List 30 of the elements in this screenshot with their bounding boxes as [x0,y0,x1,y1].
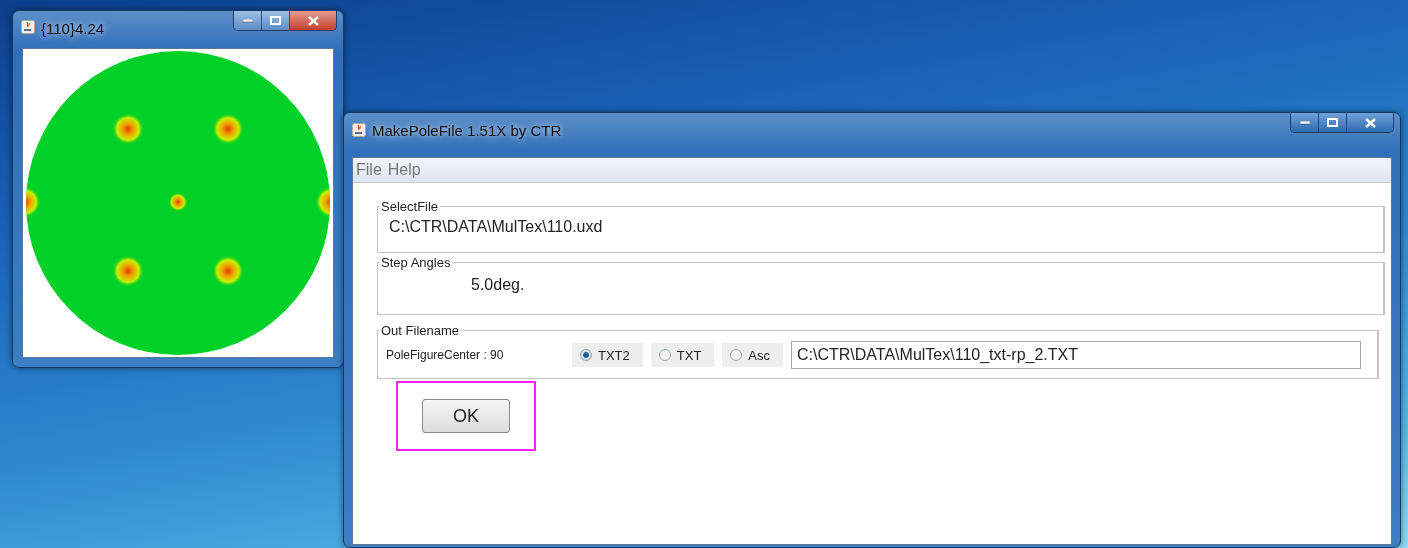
group-label: SelectFile [380,199,440,214]
step-angle-text: 5.0deg. [470,275,526,295]
close-icon [307,15,319,26]
ok-button[interactable]: OK [422,399,510,433]
maximize-button[interactable] [261,11,289,30]
window-title: {110}4.24 [41,20,105,37]
close-button[interactable] [289,11,336,30]
minimize-icon [242,18,253,23]
window-title: MakePoleFile 1.51X by CTR [372,121,562,139]
format-radio[interactable]: TXT2 [572,343,643,367]
close-button[interactable] [1346,113,1393,132]
radio-circle[interactable] [658,349,671,361]
format-radio[interactable]: TXT [650,343,715,367]
pole-center-label: PoleFigureCenter : 90 [386,348,505,362]
maximize-button[interactable] [1318,113,1346,132]
maximize-icon [1327,118,1338,127]
radio-circle[interactable] [580,349,592,361]
close-icon [1364,117,1376,128]
maximize-icon [270,16,281,25]
output-path-field[interactable]: C:\CTR\DATA\MulTex\110_txt-rp_2.TXT [791,341,1361,369]
coffee-cup-icon [21,20,35,34]
menu-item[interactable]: Help [387,161,421,179]
group-label: Out Filename [380,323,461,338]
menu-item[interactable]: File [356,161,382,179]
minimize-icon [1299,120,1310,125]
group-label: Step Angles [380,255,452,270]
radio-circle[interactable] [730,349,743,361]
format-radio[interactable]: Asc [722,343,784,367]
coffee-cup-icon [352,123,366,137]
file-path-text: C:\CTR\DATA\MulTex\110.uxd [388,217,604,237]
